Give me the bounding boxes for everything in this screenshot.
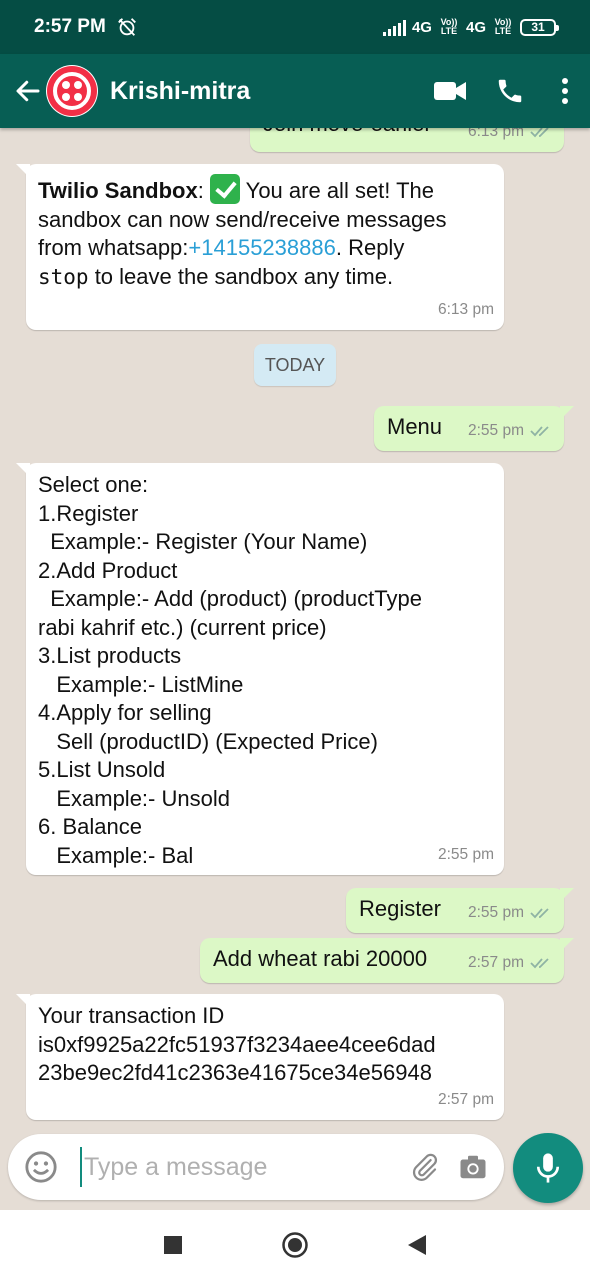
message-time: 6:13 pm (437, 300, 494, 318)
battery-level: 31 (531, 20, 545, 34)
back-arrow-icon (16, 80, 40, 102)
message-line: 2.Add Product (38, 557, 178, 583)
status-indicators: 4G Vo)) LTE 4G Vo)) LTE 31 (382, 17, 559, 36)
phone-icon (498, 79, 522, 103)
signal-1-icon (382, 18, 406, 36)
message-text: Join move-earlier (263, 128, 432, 139)
message-line: Twilio Sandbox: You are all set! The (38, 174, 492, 206)
message-line: Example:- Bal (38, 842, 194, 868)
message-line: 4.Apply for selling (38, 700, 212, 725)
message-line: Example:- Unsold (38, 785, 230, 811)
message-text: Add wheat rabi 20000 (213, 946, 428, 971)
message-text: You are all set! The (239, 178, 435, 203)
voice-call-button[interactable] (480, 61, 540, 121)
message-line: 1.Register (38, 500, 139, 526)
message-line: 3.List products (38, 643, 182, 668)
message-line: Example:- Add (product) (productType (38, 586, 422, 611)
message-time: 2:55 pm (467, 903, 524, 921)
code-text: stop (38, 264, 89, 289)
message-line: Example:- ListMine (38, 671, 244, 697)
emoji-icon[interactable] (24, 1150, 58, 1184)
contact-name[interactable]: Krishi-mitra (110, 77, 420, 106)
double-tick-icon (530, 128, 549, 138)
chat-header: Krishi-mitra (0, 54, 590, 128)
home-button[interactable] (280, 1230, 310, 1260)
double-tick-icon (530, 908, 549, 919)
message-line: stop to leave the sandbox any time. (38, 263, 492, 292)
message-meta: 2:57 pm (438, 1086, 494, 1115)
message-time: 2:57 pm (467, 953, 524, 971)
message-input[interactable] (80, 1147, 408, 1187)
message-outgoing[interactable]: Register 2:55 pm (346, 888, 574, 933)
square-icon (164, 1236, 182, 1254)
more-vertical-icon (562, 78, 568, 104)
alarm-off-icon (117, 18, 136, 36)
double-tick-icon (530, 958, 549, 969)
message-line: 6. Balance (38, 814, 142, 839)
circle-icon (282, 1232, 308, 1258)
message-meta: 2:55 pm (438, 841, 494, 870)
message-line: 5.List Unsold (38, 757, 166, 782)
network-2-label: 4G (465, 18, 486, 36)
camera-icon (460, 1155, 486, 1179)
message-time: 2:57 pm (437, 1090, 494, 1108)
message-line: rabi kahrif etc.) (current price) (38, 614, 327, 640)
message-meta: 2:55 pm (468, 899, 554, 928)
date-divider: TODAY (254, 344, 336, 386)
message-incoming[interactable]: Your transaction ID is0xf9925a22fc51937f… (16, 994, 504, 1120)
message-composer (8, 1134, 504, 1200)
message-meta: 6:13 pm (438, 296, 494, 325)
message-text: Menu (387, 414, 443, 439)
message-line: Sell (productID) (Expected Price) (38, 728, 378, 754)
message-outgoing[interactable]: Join move-earlier 6:13 pm (250, 128, 564, 152)
message-outgoing[interactable]: Add wheat rabi 20000 2:57 pm (200, 938, 574, 983)
check-mark-emoji-icon (209, 174, 240, 204)
microphone-icon (536, 1153, 560, 1183)
back-nav-button[interactable] (402, 1230, 432, 1260)
battery-icon: 31 (520, 18, 559, 36)
message-line: from whatsapp:+14155238886. Reply (38, 234, 492, 263)
back-button[interactable] (6, 69, 50, 113)
message-meta: 2:57 pm (468, 949, 554, 978)
status-time: 2:57 PM (34, 16, 106, 37)
chat-area[interactable]: Join move-earlier 6:13 pm Twilio Sandbox… (0, 128, 590, 1210)
message-line: Your transaction ID (38, 1003, 225, 1028)
volte-2-label: Vo)) LTE (494, 17, 512, 36)
paperclip-icon (412, 1153, 438, 1181)
system-nav-bar (0, 1210, 590, 1280)
recents-button[interactable] (158, 1230, 188, 1260)
attach-button[interactable] (408, 1150, 442, 1184)
message-line: 23be9ec2fd41c2363e41675ce34e56948 (38, 1060, 432, 1085)
message-line: sandbox can now send/receive messages (38, 206, 447, 232)
message-meta: 6:13 pm (468, 128, 554, 146)
triangle-back-icon (408, 1235, 426, 1255)
message-time: 6:13 pm (467, 128, 524, 140)
message-text: from whatsapp: (38, 235, 189, 260)
message-outgoing[interactable]: Menu 2:55 pm (374, 406, 574, 451)
message-text: Register (359, 896, 441, 921)
more-options-button[interactable] (540, 61, 590, 121)
phone-number-link[interactable]: +14155238886 (188, 235, 335, 260)
message-text: . Reply (335, 235, 405, 260)
volte-1-label: Vo)) LTE (440, 17, 458, 36)
message-text: to leave the sandbox any time. (88, 263, 394, 289)
twilio-logo-icon (47, 66, 97, 116)
avatar[interactable] (46, 65, 98, 117)
message-line: Example:- Register (Your Name) (38, 529, 368, 554)
camera-button[interactable] (456, 1150, 490, 1184)
message-time: 2:55 pm (467, 421, 524, 439)
message-time: 2:55 pm (437, 845, 494, 863)
voice-record-button[interactable] (513, 1133, 583, 1203)
message-incoming[interactable]: Select one: 1.Register Example:- Registe… (16, 463, 504, 875)
status-bar: 2:57 PM 4G Vo)) LTE 4G Vo)) LTE 31 (0, 0, 590, 54)
video-call-button[interactable] (420, 61, 480, 121)
video-call-icon (434, 82, 466, 100)
message-sender: Twilio Sandbox (38, 178, 198, 203)
message-line: is0xf9925a22fc51937f3234aee4cee6dad (38, 1031, 436, 1057)
message-incoming[interactable]: Twilio Sandbox: You are all set! The san… (16, 164, 504, 330)
message-line: Select one: (38, 472, 149, 497)
network-1-label: 4G (411, 18, 432, 36)
message-meta: 2:55 pm (468, 417, 554, 446)
double-tick-icon (530, 426, 549, 437)
